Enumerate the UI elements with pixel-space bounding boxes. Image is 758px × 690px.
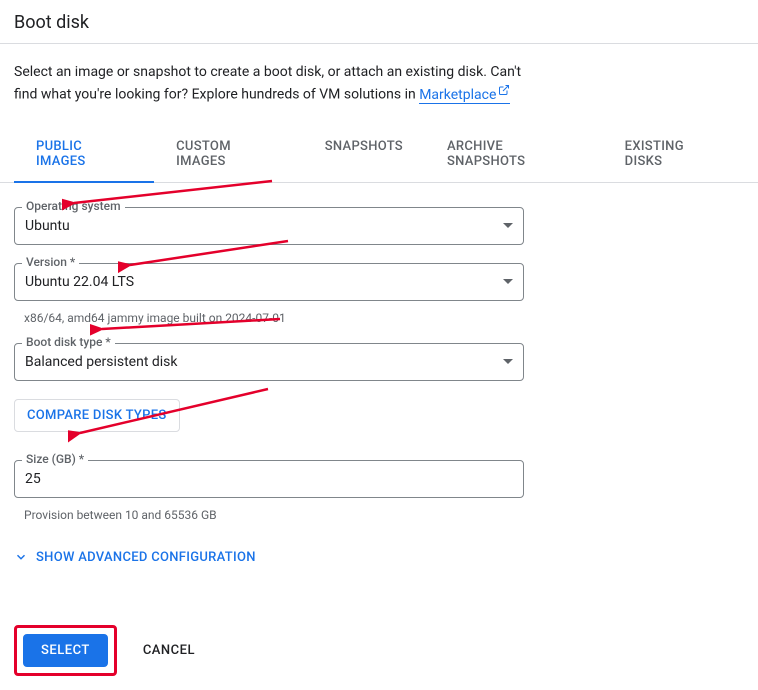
dialog-title: Boot disk xyxy=(14,12,744,33)
tab-existing-disks[interactable]: EXISTING DISKS xyxy=(603,127,744,183)
chevron-down-icon xyxy=(14,550,28,564)
advanced-label: SHOW ADVANCED CONFIGURATION xyxy=(36,550,256,565)
intro-text: Select an image or snapshot to create a … xyxy=(0,44,560,105)
compare-disk-types-button[interactable]: COMPARE DISK TYPES xyxy=(14,399,180,432)
tab-public-images[interactable]: PUBLIC IMAGES xyxy=(14,127,154,183)
size-input[interactable] xyxy=(14,460,524,498)
chevron-down-icon xyxy=(503,279,513,284)
chevron-down-icon xyxy=(503,359,513,364)
marketplace-link[interactable]: Marketplace xyxy=(419,87,510,104)
annotation-highlight-select: SELECT xyxy=(14,625,117,676)
chevron-down-icon xyxy=(503,223,513,228)
tab-archive-snapshots[interactable]: ARCHIVE SNAPSHOTS xyxy=(425,127,603,183)
dialog-footer: SELECT CANCEL xyxy=(0,585,758,690)
version-value: Ubuntu 22.04 LTS xyxy=(25,274,503,290)
field-size: Size (GB) * xyxy=(14,460,524,498)
external-link-icon xyxy=(498,82,510,102)
field-disk-type: Boot disk type * Balanced persistent dis… xyxy=(14,343,524,381)
os-value: Ubuntu xyxy=(25,218,503,234)
size-label: Size (GB) * xyxy=(22,452,88,466)
tabs: PUBLIC IMAGES CUSTOM IMAGES SNAPSHOTS AR… xyxy=(0,127,758,183)
cancel-button[interactable]: CANCEL xyxy=(135,634,203,667)
show-advanced-toggle[interactable]: SHOW ADVANCED CONFIGURATION xyxy=(14,544,524,571)
tab-snapshots[interactable]: SNAPSHOTS xyxy=(303,127,425,183)
field-version: Version * Ubuntu 22.04 LTS xyxy=(14,263,524,301)
disk-type-label: Boot disk type * xyxy=(22,335,115,349)
version-helper: x86/64, amd64 jammy image built on 2024-… xyxy=(14,305,524,325)
disk-type-value: Balanced persistent disk xyxy=(25,354,503,370)
select-button[interactable]: SELECT xyxy=(23,634,108,667)
field-operating-system: Operating system Ubuntu xyxy=(14,207,524,245)
os-label: Operating system xyxy=(22,199,125,213)
form-area: Operating system Ubuntu Version * Ubuntu… xyxy=(0,183,538,585)
version-select[interactable]: Ubuntu 22.04 LTS xyxy=(14,263,524,301)
tab-custom-images[interactable]: CUSTOM IMAGES xyxy=(154,127,303,183)
size-helper: Provision between 10 and 65536 GB xyxy=(14,502,524,522)
dialog-header: Boot disk xyxy=(0,0,758,44)
version-label: Version * xyxy=(22,255,79,269)
